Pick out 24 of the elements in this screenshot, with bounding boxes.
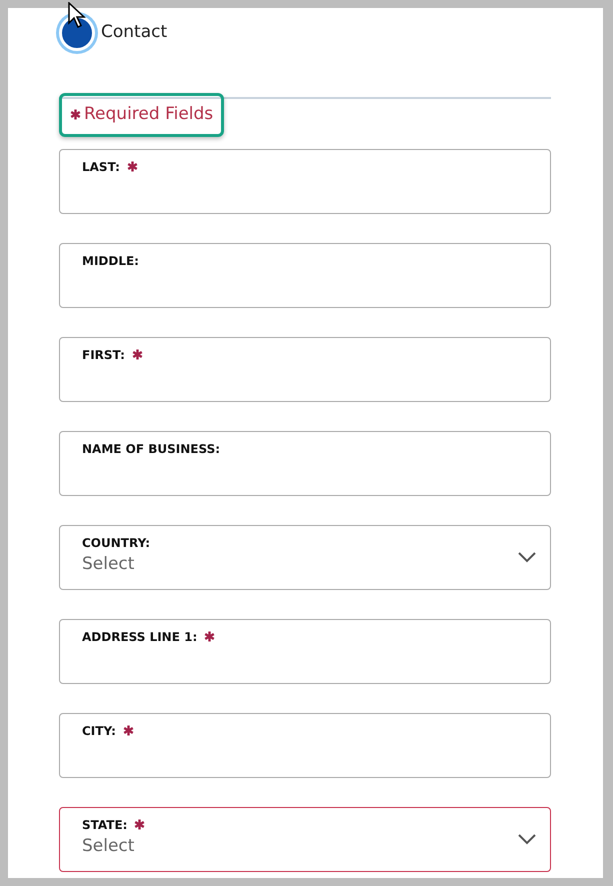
input-field[interactable]: NAME OF BUSINESS: xyxy=(59,430,551,496)
required-legend-text: Required Fields xyxy=(84,103,214,126)
field-label: CITY: xyxy=(82,722,116,740)
select-placeholder: Select xyxy=(82,554,134,574)
select-placeholder: Select xyxy=(82,836,134,856)
field-label: COUNTRY: xyxy=(82,534,150,552)
field-label: FIRST: xyxy=(82,346,125,364)
select-field[interactable]: COUNTRY: Select xyxy=(59,524,551,590)
input-field[interactable]: MIDDLE: xyxy=(59,242,551,308)
chevron-down-icon xyxy=(518,834,536,844)
required-icon xyxy=(70,109,81,120)
field-label: MIDDLE: xyxy=(82,252,139,270)
field-label: ADDRESS LINE 1: xyxy=(82,628,198,646)
chevron-down-icon xyxy=(518,552,536,562)
field-label: NAME OF BUSINESS: xyxy=(82,440,220,458)
field-label: LAST: xyxy=(82,158,120,176)
select-field[interactable]: STATE: Select xyxy=(59,806,551,872)
step-label: Contact xyxy=(101,21,168,44)
field-label: STATE: xyxy=(82,816,128,834)
input-field[interactable]: ADDRESS LINE 1: xyxy=(59,618,551,684)
input-field[interactable]: CITY: xyxy=(59,712,551,778)
input-field[interactable]: LAST: xyxy=(59,148,551,214)
input-field[interactable]: FIRST: xyxy=(59,336,551,402)
step-indicator[interactable] xyxy=(59,15,95,51)
